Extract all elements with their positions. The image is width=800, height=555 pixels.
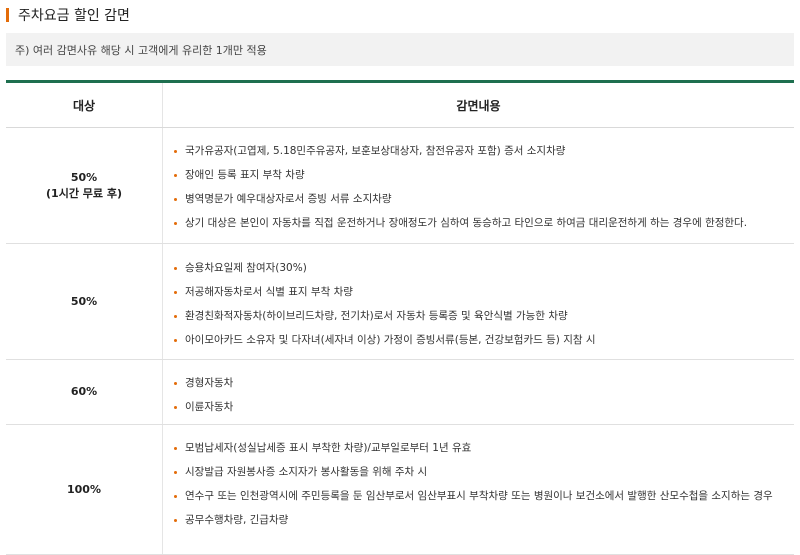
items-cell: 경형자동차 이륜자동차 (162, 359, 794, 425)
rate-cell: 60% (6, 359, 163, 425)
item-text: 아이모아카드 소유자 및 다자녀(세자녀 이상) 가정이 증빙서류(등본, 건강… (185, 334, 596, 346)
bullet-dot-icon (174, 174, 177, 177)
items-cell: 국가유공자(고엽제, 5.18민주유공자, 보훈보상대상자, 참전유공자 포함)… (162, 127, 794, 244)
item-text: 경형자동차 (185, 377, 234, 389)
list-item: 경형자동차 (173, 376, 794, 390)
item-list: 국가유공자(고엽제, 5.18민주유공자, 보훈보상대상자, 참전유공자 포함)… (163, 128, 794, 230)
rate-value: 50% (70, 294, 98, 308)
bullet-dot-icon (174, 471, 177, 474)
item-text: 환경친화적자동차(하이브리드차량, 전기차)로서 자동차 등록증 및 육안식별 … (185, 310, 568, 322)
item-text: 국가유공자(고엽제, 5.18민주유공자, 보훈보상대상자, 참전유공자 포함)… (185, 145, 566, 157)
table-row: 100% 모범납세자(성실납세증 표시 부착한 차량)/교부일로부터 1년 유효… (6, 424, 794, 555)
bullet-dot-icon (174, 519, 177, 522)
item-text: 시장발급 자원봉사증 소지자가 봉사활동을 위해 주차 시 (185, 466, 428, 478)
list-item: 장애인 등록 표지 부착 차량 (173, 168, 794, 182)
column-header-content: 감면내용 (162, 80, 794, 128)
item-text: 연수구 또는 인천광역시에 주민등록을 둔 임산부로서 임산부표시 부착차량 또… (185, 490, 773, 502)
items-cell: 승용차요일제 참여자(30%) 저공해자동차로서 식별 표지 부착 차량 환경친… (162, 243, 794, 360)
section-title: 주차요금 할인 감면 (6, 7, 130, 24)
rate-value: 100% (67, 482, 101, 496)
item-text: 상기 대상은 본인이 자동차를 직접 운전하거나 장애정도가 심하여 동승하고 … (185, 217, 748, 229)
discount-table: 대상 감면내용 50% (1시간 무료 후) 국가유공자(고엽제, 5.18민주… (6, 80, 794, 555)
list-item: 병역명문가 예우대상자로서 증빙 서류 소지차량 (173, 192, 794, 206)
table-header-row: 대상 감면내용 (6, 80, 794, 128)
bullet-dot-icon (174, 315, 177, 318)
list-item: 이륜자동차 (173, 400, 794, 414)
list-item: 연수구 또는 인천광역시에 주민등록을 둔 임산부로서 임산부표시 부착차량 또… (173, 489, 794, 503)
bullet-dot-icon (174, 447, 177, 450)
list-item: 국가유공자(고엽제, 5.18민주유공자, 보훈보상대상자, 참전유공자 포함)… (173, 144, 794, 158)
item-list: 모범납세자(성실납세증 표시 부착한 차량)/교부일로부터 1년 유효 시장발급… (163, 425, 794, 527)
rate-value: 50% (70, 170, 98, 184)
item-text: 승용차요일제 참여자(30%) (185, 262, 307, 274)
notice-text: 주) 여러 감면사유 해당 시 고객에게 유리한 1개만 적용 (15, 43, 267, 57)
list-item: 승용차요일제 참여자(30%) (173, 261, 794, 275)
table-row: 50% 승용차요일제 참여자(30%) 저공해자동차로서 식별 표지 부착 차량… (6, 243, 794, 360)
notice-box: 주) 여러 감면사유 해당 시 고객에게 유리한 1개만 적용 (6, 33, 794, 66)
title-accent-bar (6, 8, 9, 22)
item-list: 승용차요일제 참여자(30%) 저공해자동차로서 식별 표지 부착 차량 환경친… (163, 244, 794, 347)
bullet-dot-icon (174, 495, 177, 498)
list-item: 저공해자동차로서 식별 표지 부착 차량 (173, 285, 794, 299)
table-row: 50% (1시간 무료 후) 국가유공자(고엽제, 5.18민주유공자, 보훈보… (6, 127, 794, 244)
rate-cell: 100% (6, 424, 163, 555)
bullet-dot-icon (174, 339, 177, 342)
item-text: 공무수행차량, 긴급차량 (185, 514, 289, 526)
rate-condition: (1시간 무료 후) (46, 186, 122, 200)
list-item: 상기 대상은 본인이 자동차를 직접 운전하거나 장애정도가 심하여 동승하고 … (173, 216, 794, 230)
list-item: 아이모아카드 소유자 및 다자녀(세자녀 이상) 가정이 증빙서류(등본, 건강… (173, 333, 794, 347)
rate-cell: 50% (1시간 무료 후) (6, 127, 163, 244)
list-item: 시장발급 자원봉사증 소지자가 봉사활동을 위해 주차 시 (173, 465, 794, 479)
page-title: 주차요금 할인 감면 (18, 8, 130, 24)
list-item: 환경친화적자동차(하이브리드차량, 전기차)로서 자동차 등록증 및 육안식별 … (173, 309, 794, 323)
bullet-dot-icon (174, 382, 177, 385)
bullet-dot-icon (174, 198, 177, 201)
list-item: 공무수행차량, 긴급차량 (173, 513, 794, 527)
item-text: 이륜자동차 (185, 401, 234, 413)
list-item: 모범납세자(성실납세증 표시 부착한 차량)/교부일로부터 1년 유효 (173, 441, 794, 455)
items-cell: 모범납세자(성실납세증 표시 부착한 차량)/교부일로부터 1년 유효 시장발급… (162, 424, 794, 555)
bullet-dot-icon (174, 222, 177, 225)
item-text: 병역명문가 예우대상자로서 증빙 서류 소지차량 (185, 193, 392, 205)
column-header-target: 대상 (6, 80, 163, 128)
item-text: 모범납세자(성실납세증 표시 부착한 차량)/교부일로부터 1년 유효 (185, 442, 472, 454)
rate-value: 60% (70, 385, 98, 398)
item-text: 저공해자동차로서 식별 표지 부착 차량 (185, 286, 353, 298)
bullet-dot-icon (174, 291, 177, 294)
bullet-dot-icon (174, 150, 177, 153)
rate-cell: 50% (6, 243, 163, 360)
bullet-dot-icon (174, 406, 177, 409)
table-row: 60% 경형자동차 이륜자동차 (6, 359, 794, 425)
item-text: 장애인 등록 표지 부착 차량 (185, 169, 305, 181)
item-list: 경형자동차 이륜자동차 (163, 360, 794, 414)
bullet-dot-icon (174, 267, 177, 270)
